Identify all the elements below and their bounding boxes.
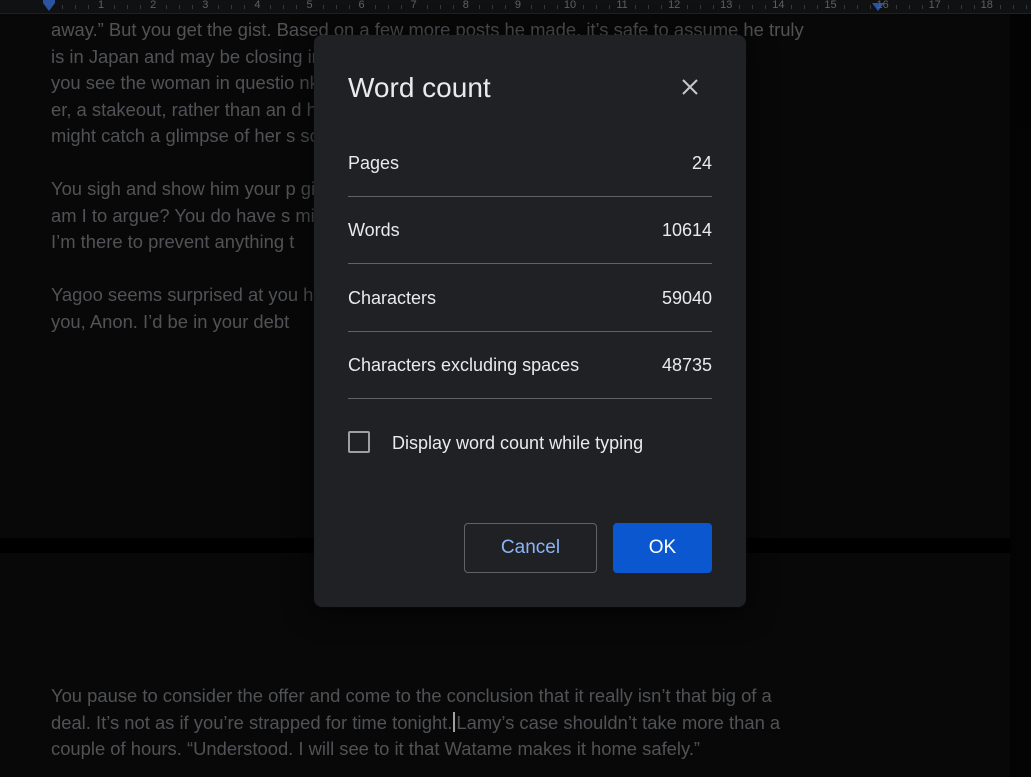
dialog-title: Word count	[348, 72, 491, 103]
stat-value: 24	[691, 153, 712, 173]
stat-row-words: Words 10614	[348, 196, 712, 264]
stat-value: 10614	[661, 220, 712, 240]
display-word-count-option[interactable]: Display word count while typing	[348, 431, 712, 457]
stat-row-pages: Pages 24	[348, 129, 712, 197]
stat-row-characters: Characters 59040	[348, 264, 712, 332]
stat-row-characters-excluding-spaces: Characters excluding spaces 48735	[348, 331, 712, 399]
close-icon	[682, 79, 698, 95]
cancel-button[interactable]: Cancel	[464, 523, 597, 573]
stat-label: Characters excluding spaces	[348, 355, 580, 375]
close-button[interactable]	[676, 73, 704, 101]
word-count-dialog: Word count Pages 24 Words 10614 Characte…	[314, 35, 746, 607]
checkbox-label[interactable]: Display word count while typing	[392, 432, 643, 454]
stat-value: 48735	[661, 355, 712, 375]
stat-label: Characters	[348, 288, 437, 308]
stat-value: 59040	[661, 288, 712, 308]
stat-label: Pages	[348, 153, 400, 173]
display-word-count-checkbox[interactable]	[348, 431, 370, 453]
ok-button[interactable]: OK	[613, 523, 712, 573]
stat-label: Words	[348, 220, 400, 240]
